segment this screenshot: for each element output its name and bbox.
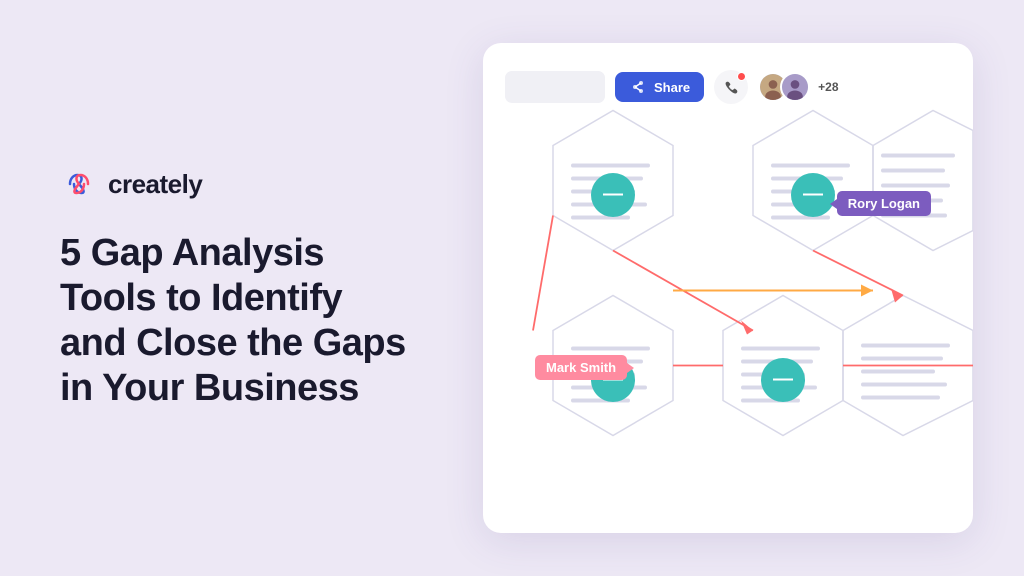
rory-label: Rory Logan [837, 191, 931, 216]
call-button[interactable] [714, 70, 748, 104]
teal-circle-top-right [791, 173, 835, 217]
diagram-svg [483, 43, 973, 533]
canvas-card: Share [483, 43, 973, 533]
left-panel: creately 5 Gap Analysis Tools to Identif… [0, 117, 460, 458]
avatar-group[interactable]: +28 [758, 72, 838, 102]
toolbar: Share [505, 65, 951, 109]
logo-text: creately [108, 169, 202, 200]
creately-logo-icon [60, 165, 98, 203]
teal-circle-bottom-right [761, 358, 805, 402]
avatar-2 [780, 72, 810, 102]
right-panel: Share [460, 0, 1024, 576]
avatar-count: +28 [818, 80, 838, 94]
teal-circle-top-left [591, 173, 635, 217]
share-icon [629, 78, 647, 96]
search-bar[interactable] [505, 71, 605, 103]
share-button[interactable]: Share [615, 72, 704, 102]
share-label: Share [654, 80, 690, 95]
logo-area: creately [60, 165, 412, 203]
call-dot [737, 72, 746, 81]
page-title: 5 Gap Analysis Tools to Identify and Clo… [60, 231, 412, 410]
mark-label: Mark Smith [535, 355, 627, 380]
